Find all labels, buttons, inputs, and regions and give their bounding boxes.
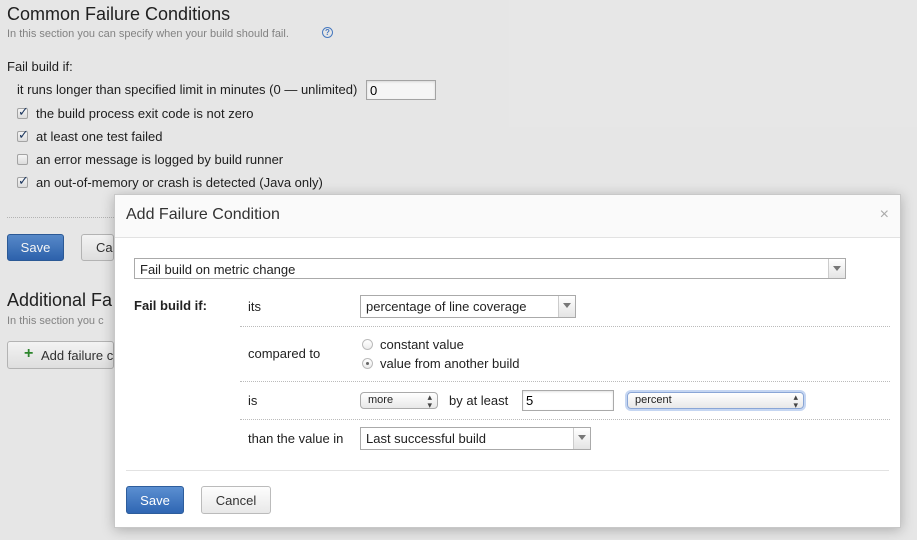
direction-value: more (368, 394, 394, 406)
close-icon[interactable]: × (880, 206, 889, 224)
another-build-radio[interactable] (362, 358, 373, 369)
chevron-down-icon (558, 296, 575, 317)
direction-select[interactable]: more ▴ ▾ (360, 392, 438, 410)
chevron-down-icon (828, 259, 845, 278)
add-failure-condition-dialog: Add Failure Condition × Fail build on me… (114, 194, 901, 528)
threshold-input[interactable] (522, 390, 614, 411)
by-at-least-label: by at least (449, 393, 509, 408)
build-value: Last successful build (366, 431, 486, 446)
constant-value-label: constant value (380, 337, 464, 352)
metric-select[interactable]: percentage of line coverage (360, 295, 576, 318)
than-value-in-label: than the value in (248, 431, 344, 446)
dialog-header: Add Failure Condition × (115, 195, 900, 238)
metric-value: percentage of line coverage (366, 299, 527, 314)
updown-icon: ▴ ▾ (793, 392, 798, 410)
row-divider (240, 326, 890, 327)
is-label: is (248, 393, 258, 408)
row-divider (240, 419, 890, 420)
dialog-title: Add Failure Condition (126, 206, 280, 223)
another-build-label: value from another build (380, 356, 520, 371)
dialog-cancel-button[interactable]: Cancel (201, 486, 271, 514)
condition-type-value: Fail build on metric change (140, 262, 296, 277)
unit-value: percent (635, 394, 672, 406)
updown-icon: ▴ ▾ (427, 392, 432, 410)
its-label: its (248, 299, 261, 314)
condition-type-select[interactable]: Fail build on metric change (134, 258, 846, 279)
unit-select[interactable]: percent ▴ ▾ (627, 392, 804, 410)
chevron-down-icon (573, 428, 590, 449)
compared-to-label: compared to (248, 346, 321, 361)
dialog-save-button[interactable]: Save (126, 486, 184, 514)
dialog-fail-build-if-label: Fail build if: (134, 298, 207, 313)
row-divider (240, 381, 890, 382)
build-select[interactable]: Last successful build (360, 427, 591, 450)
constant-value-radio[interactable] (362, 339, 373, 350)
footer-divider (126, 470, 889, 471)
